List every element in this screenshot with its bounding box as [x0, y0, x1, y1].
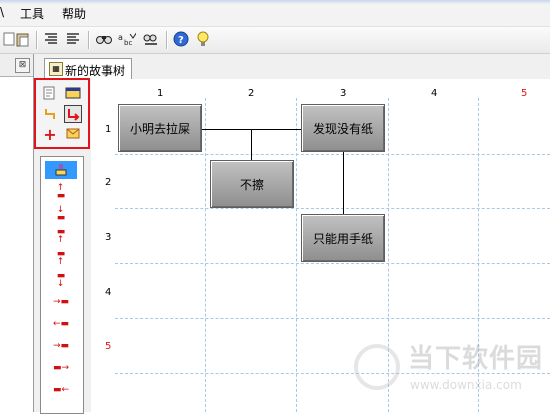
node-type-item[interactable]: →▬: [45, 293, 77, 311]
column-header: 5: [521, 88, 528, 99]
clipboard-icon[interactable]: [14, 30, 32, 48]
node-type-item[interactable]: ▬ ↓: [45, 271, 77, 289]
menu-edit-fragment[interactable]: \: [0, 5, 4, 19]
story-node[interactable]: 小明去拉屎: [118, 104, 202, 152]
story-node[interactable]: 只能用手纸: [301, 214, 385, 262]
svg-text:bc: bc: [124, 39, 132, 47]
story-node[interactable]: 发现没有纸: [301, 104, 385, 152]
node-type-item[interactable]: →▬: [45, 337, 77, 355]
node-type-item[interactable]: ▬ ↑: [45, 227, 77, 245]
watermark-logo-icon: [354, 344, 400, 390]
node-type-item[interactable]: ▬←: [45, 381, 77, 399]
tab-story-tree[interactable]: ▦ 新的故事树: [44, 58, 132, 79]
node-type-item[interactable]: ←▬: [45, 315, 77, 333]
row-header: 4: [105, 287, 112, 298]
mail-icon[interactable]: [65, 126, 81, 142]
svg-text:a: a: [118, 33, 123, 42]
menu-tools[interactable]: 工具: [20, 5, 44, 22]
node-type-item-selected[interactable]: [45, 161, 77, 179]
menu-help[interactable]: 帮助: [62, 5, 86, 22]
grid-line: [115, 318, 550, 319]
node-type-item[interactable]: ▬→: [45, 359, 77, 377]
node-list: ↑ ▬ ↓ ▬ ▬ ↑ ▬ ↑ ▬ ↓ →▬ ←▬ →▬ ▬→ ▬←: [40, 156, 84, 414]
spellcheck-icon[interactable]: a bc: [118, 30, 136, 48]
connector-line: [343, 152, 344, 214]
node-type-item[interactable]: ↑ ▬: [45, 183, 77, 201]
help-icon[interactable]: ?: [172, 30, 190, 48]
column-header: 3: [340, 88, 347, 99]
story-node[interactable]: 不擦: [210, 160, 294, 208]
row-header: 2: [105, 177, 112, 188]
column-header: 4: [431, 88, 438, 99]
column-header: 2: [248, 88, 255, 99]
grid-line: [296, 98, 297, 412]
watermark: 当下软件园 www.downxia.com: [352, 336, 542, 402]
connector-line: [251, 129, 252, 160]
row-header: 5: [105, 341, 112, 352]
watermark-url: www.downxia.com: [410, 378, 522, 392]
grid-line: [115, 154, 550, 155]
grid-line: [205, 98, 206, 412]
watermark-name: 当下软件园: [408, 344, 544, 374]
align-right-icon[interactable]: [64, 30, 82, 48]
tab-label: 新的故事树: [65, 64, 126, 78]
close-pane-icon[interactable]: ⊠: [15, 58, 30, 73]
connector-icon[interactable]: [42, 106, 58, 122]
node-type-item[interactable]: ↓ ▬: [45, 205, 77, 223]
left-pane: [0, 54, 34, 412]
frame-icon[interactable]: [65, 85, 81, 101]
grid-line: [115, 208, 550, 209]
highlighted-tool-group: +: [34, 78, 90, 149]
row-header: 3: [105, 232, 112, 243]
toolbar: a bc ?: [0, 27, 550, 54]
column-header: 1: [157, 88, 164, 99]
add-icon[interactable]: +: [42, 125, 58, 144]
svg-text:?: ?: [178, 35, 184, 46]
tip-icon[interactable]: [194, 30, 212, 48]
properties-icon[interactable]: [42, 85, 58, 101]
story-tree-icon: ▦: [49, 62, 63, 76]
grid-line: [115, 263, 550, 264]
window-title-strip: [0, 0, 550, 4]
find-icon[interactable]: [95, 30, 113, 48]
row-header: 1: [105, 124, 112, 135]
find-replace-icon[interactable]: [142, 30, 160, 48]
align-left-icon[interactable]: [42, 30, 60, 48]
node-type-item[interactable]: ▬ ↑: [45, 249, 77, 267]
elbow-connector-icon[interactable]: [64, 105, 82, 123]
